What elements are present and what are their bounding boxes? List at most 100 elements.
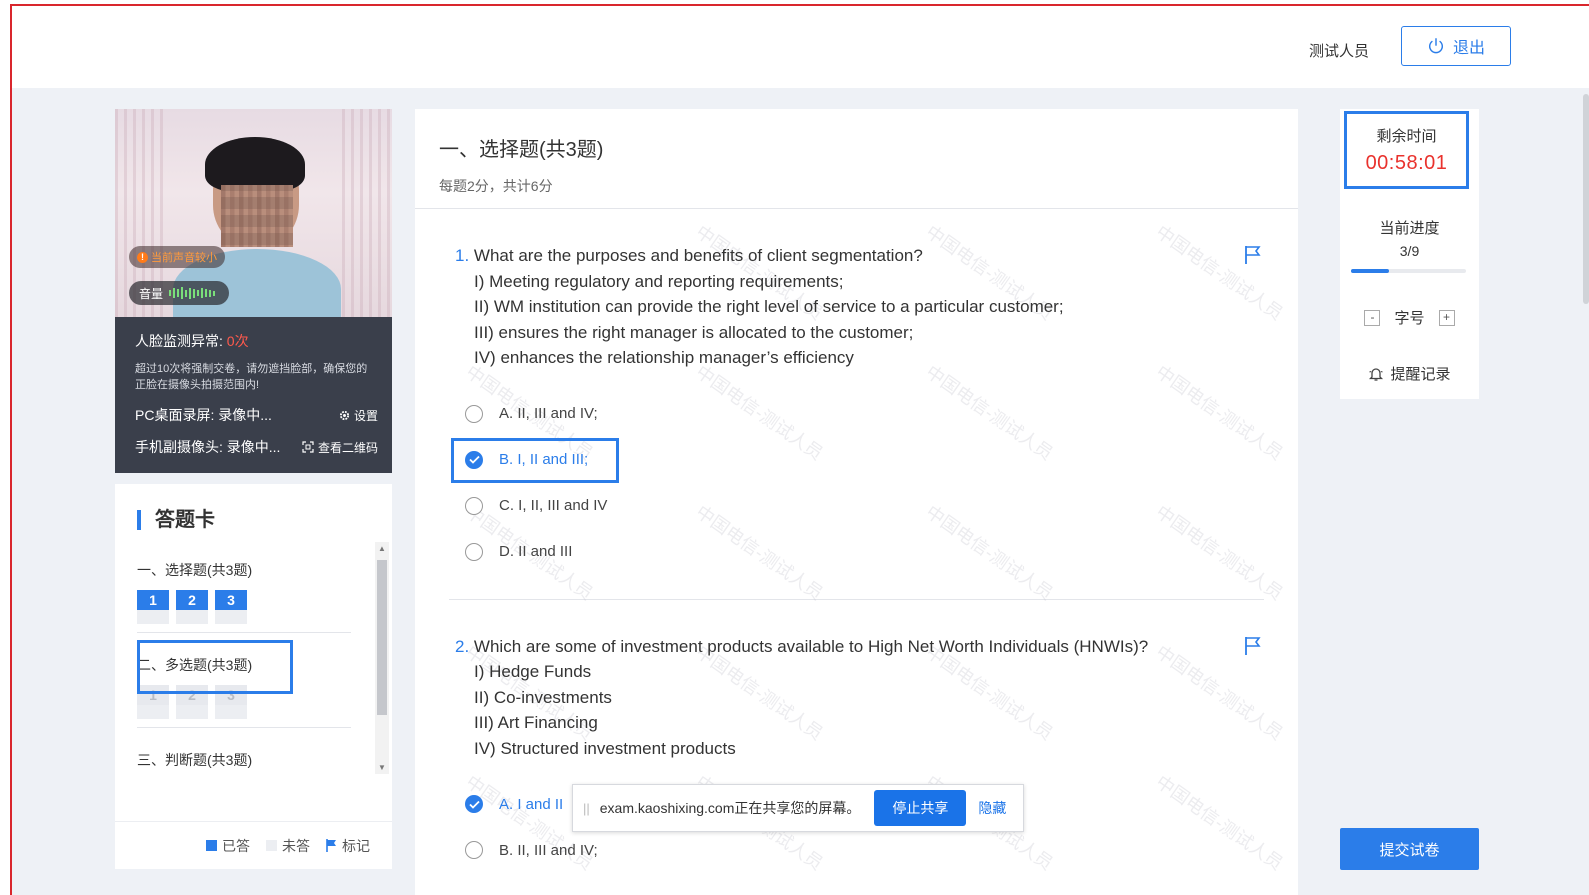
ac-question-num: 3 — [215, 685, 247, 705]
font-size-label: 字号 — [1394, 310, 1425, 327]
font-decrease-button[interactable]: - — [1364, 309, 1381, 326]
radio-icon — [465, 542, 483, 561]
remind-record-button[interactable]: 提醒记录 — [1340, 363, 1479, 384]
monitor-info: 人脸监测异常: 0次 超过10次将强制交卷，请勿遮挡脸部，确保您的正脸在摄像头拍… — [135, 331, 378, 457]
answered-square-icon — [206, 840, 217, 851]
face-alert: 人脸监测异常: 0次 — [135, 331, 378, 351]
question-stem: 2. Which are some of investment products… — [455, 634, 1298, 660]
pc-record-status: PC桌面录屏: 录像中... — [135, 407, 272, 423]
mobile-record-status: 手机副摄像头: 录像中... — [135, 439, 281, 455]
question-line: III) Art Financing — [474, 713, 598, 732]
settings-label: 设置 — [353, 408, 378, 423]
option-label: A. II, III and IV; — [499, 405, 598, 422]
scroll-thumb[interactable] — [377, 560, 387, 715]
timer-box: 剩余时间 00:58:01 — [1344, 111, 1469, 189]
ac-section-title: 三、判断题(共3题) — [137, 752, 253, 768]
section-title: 一、选择题(共3题) — [439, 139, 604, 161]
camera-monitor-panel: ! 当前声音较小 音量 人脸监测异常: 0次 超过10次将强制交卷，请勿遮挡脸部… — [115, 109, 392, 473]
volume-label: 音量 — [139, 286, 164, 301]
flag-icon[interactable] — [1244, 245, 1262, 265]
progress-label: 当前进度 — [1379, 220, 1440, 237]
top-bar: 测试人员 退出 — [12, 6, 1589, 88]
option-d[interactable]: D. II and III — [451, 529, 1298, 575]
logout-label: 退出 — [1452, 40, 1485, 57]
radio-checked-icon — [465, 450, 483, 469]
section-header: 一、选择题(共3题) 每题2分，共计6分 — [415, 109, 1298, 209]
ac-question-button[interactable]: 3 — [215, 590, 247, 624]
hide-share-bar-link[interactable]: 隐藏 — [978, 798, 1006, 818]
section-subtitle: 每题2分，共计6分 — [439, 178, 553, 194]
progress-value: 3/9 — [1399, 243, 1420, 259]
option-b[interactable]: B. I, II and III; — [451, 437, 1298, 483]
volume-bars-icon — [169, 287, 216, 299]
question-panel: 一、选择题(共3题) 每题2分，共计6分 中国电信-测试人员 中国电信-测试人员… — [415, 109, 1298, 895]
face-note: 超过10次将强制交卷，请勿遮挡脸部，确保您的正脸在摄像头拍摄范围内! — [135, 363, 368, 391]
legend-flagged: 标记 — [326, 836, 370, 856]
scroll-up-icon[interactable]: ▲ — [378, 544, 386, 553]
option-a[interactable]: A. II, III and IV; — [451, 391, 1298, 437]
time-label: 剩余时间 — [1376, 128, 1437, 145]
font-size-control: - 字号 + — [1340, 307, 1479, 328]
option-label: B. II, III and IV; — [499, 841, 598, 859]
ac-question-button[interactable]: 1 — [137, 590, 169, 624]
stop-share-button[interactable]: 停止共享 — [874, 790, 967, 826]
flag-icon[interactable] — [1244, 636, 1262, 656]
question-line: II) Co-investments — [474, 687, 612, 707]
volume-indicator: 音量 — [129, 281, 229, 305]
ac-section-title: 一、选择题(共3题) — [137, 562, 253, 578]
drag-handle-icon[interactable]: || — [583, 801, 590, 816]
option-label: C. I, II, III and IV — [499, 497, 608, 514]
qrcode-link[interactable]: 查看二维码 — [302, 439, 378, 456]
submit-exam-button[interactable]: 提交试卷 — [1340, 828, 1479, 870]
option-b[interactable]: B. II, III and IV; — [451, 827, 1298, 873]
question-text: Which are some of investment products av… — [473, 636, 1149, 656]
question-line: I) Meeting regulatory and reporting requ… — [474, 271, 844, 291]
question-line: IV) Structured investment products — [474, 738, 736, 758]
question-2: 2. Which are some of investment products… — [415, 634, 1298, 874]
answer-card: 答题卡 一、选择题(共3题) 1 2 3 二、多选题(共3题) 1 2 3 三、… — [115, 484, 392, 869]
legend-unanswered-label: 未答 — [282, 837, 310, 854]
question-line: II) WM institution can provide the right… — [474, 297, 1064, 316]
radio-checked-icon — [465, 795, 483, 813]
ac-question-num: 2 — [176, 590, 208, 610]
ac-question-button[interactable]: 1 — [137, 685, 169, 719]
legend-answered: 已答 — [206, 836, 250, 856]
ac-question-num: 2 — [176, 685, 208, 705]
answer-card-title: 答题卡 — [137, 510, 215, 530]
user-name: 测试人员 — [1308, 43, 1369, 60]
qrcode-icon — [302, 441, 314, 453]
exam-window: 测试人员 退出 ! 当前声音较小 音量 人脸监测异常: 0次 超过10次将强制交… — [10, 4, 1589, 895]
scroll-down-icon[interactable]: ▼ — [378, 763, 386, 772]
legend-answered-label: 已答 — [222, 837, 250, 854]
ac-section-grid: 1 2 3 — [137, 685, 373, 727]
logout-button[interactable]: 退出 — [1401, 26, 1511, 66]
ac-question-num: 1 — [137, 685, 169, 705]
font-increase-button[interactable]: + — [1438, 309, 1455, 326]
question-line: IV) enhances the relationship manager’s … — [474, 348, 854, 367]
ac-question-button[interactable]: 3 — [215, 685, 247, 719]
ac-question-button[interactable]: 2 — [176, 590, 208, 624]
gear-icon — [339, 410, 350, 420]
ac-question-button[interactable]: 2 — [176, 685, 208, 719]
question-line: I) Hedge Funds — [474, 662, 592, 681]
option-label: B. I, II and III; — [499, 451, 589, 468]
settings-link[interactable]: 设置 — [339, 407, 378, 424]
option-c[interactable]: C. I, II, III and IV — [451, 483, 1298, 529]
ac-question-num: 3 — [215, 590, 247, 610]
voice-warning-badge: ! 当前声音较小 — [129, 246, 225, 268]
time-remaining: 00:58:01 — [1365, 152, 1448, 174]
voice-warning-text: 当前声音较小 — [151, 252, 217, 264]
legend-unanswered: 未答 — [266, 836, 310, 856]
pc-record-row: PC桌面录屏: 录像中... 设置 — [135, 405, 378, 425]
answer-card-scrollbar[interactable]: ▲ ▼ — [375, 542, 389, 774]
warning-icon: ! — [137, 251, 148, 263]
progress-fill — [1351, 269, 1390, 273]
page-scrollbar[interactable] — [1583, 94, 1589, 304]
question-number: 2. — [455, 636, 470, 656]
qrcode-label: 查看二维码 — [317, 440, 378, 455]
exam-status-panel: 剩余时间 00:58:01 当前进度 3/9 - 字号 + 提醒记录 — [1340, 109, 1479, 399]
progress-bar — [1351, 269, 1466, 273]
unanswered-square-icon — [266, 840, 277, 851]
legend-flagged-label: 标记 — [342, 837, 370, 854]
face-alert-label: 人脸监测异常: — [135, 333, 223, 349]
